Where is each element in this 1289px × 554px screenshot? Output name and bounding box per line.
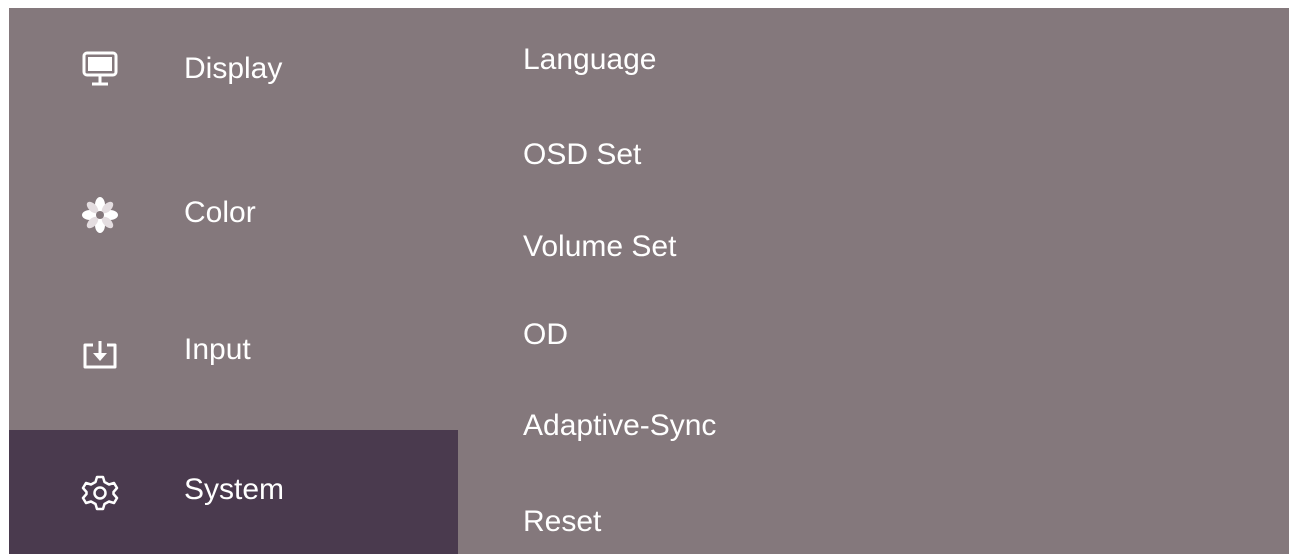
color-flower-icon xyxy=(77,192,123,238)
menu-label-system: System xyxy=(184,473,285,506)
menu-label-display: Display xyxy=(184,52,283,85)
submenu-item-language[interactable]: Language xyxy=(523,42,656,78)
menu-item-input[interactable]: Input xyxy=(9,298,458,398)
gear-icon xyxy=(77,470,123,516)
menu-item-color[interactable]: Color xyxy=(9,158,458,258)
input-source-icon xyxy=(77,332,123,378)
osd-menu: Display Color Input System Language OSD … xyxy=(9,8,1289,554)
menu-label-color: Color xyxy=(184,196,256,229)
submenu-item-adaptive-sync[interactable]: Adaptive-Sync xyxy=(523,408,716,444)
menu-label-input: Input xyxy=(184,333,251,366)
submenu-item-volume-set[interactable]: Volume Set xyxy=(523,229,676,265)
submenu-item-reset[interactable]: Reset xyxy=(523,504,601,540)
menu-item-display[interactable]: Display xyxy=(9,8,458,108)
submenu-item-osd-set[interactable]: OSD Set xyxy=(523,137,641,173)
monitor-icon xyxy=(77,46,123,92)
menu-item-system[interactable]: System xyxy=(9,430,458,554)
submenu-item-od[interactable]: OD xyxy=(523,317,568,353)
